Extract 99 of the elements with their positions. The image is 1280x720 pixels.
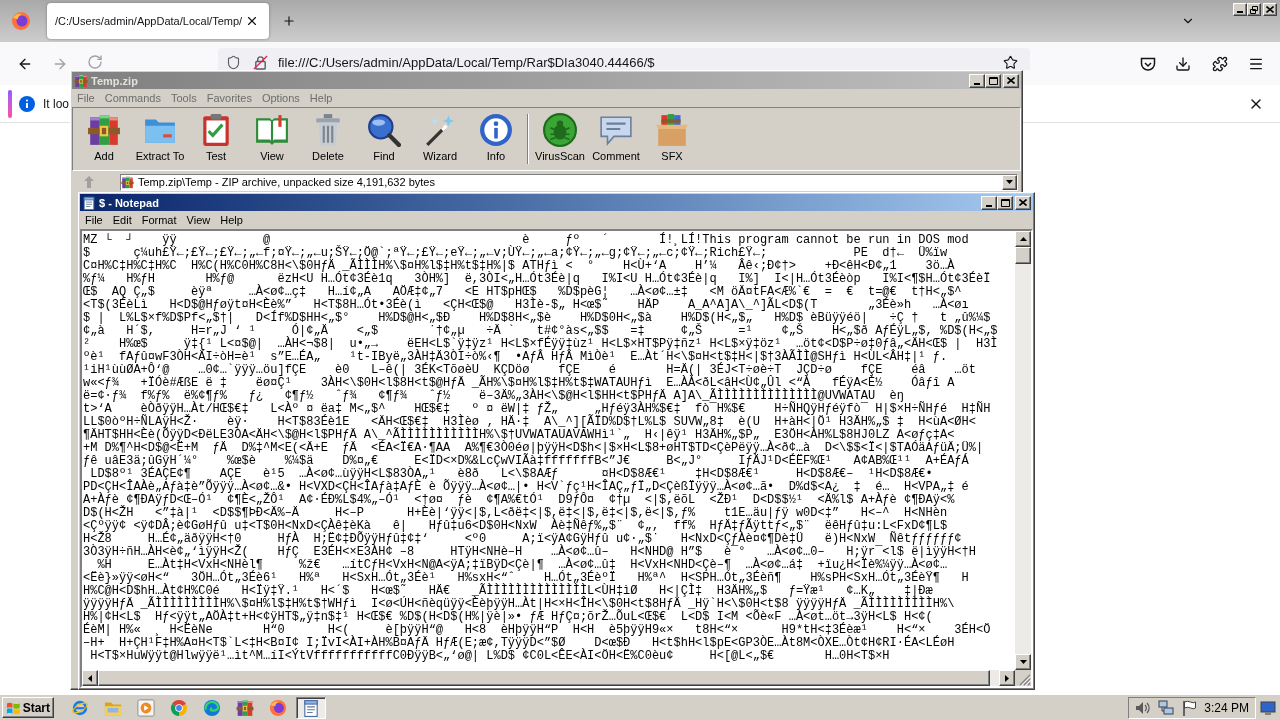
- find-button[interactable]: Find: [356, 108, 412, 170]
- vertical-scrollbar[interactable]: [1015, 247, 1031, 654]
- play-icon: [137, 698, 155, 717]
- caret-left-icon: [88, 674, 92, 682]
- menu-item[interactable]: Tools: [166, 91, 202, 105]
- scroll-left-button[interactable]: [82, 670, 98, 686]
- stacked-books-icon: [121, 175, 134, 189]
- menu-item[interactable]: Edit: [107, 213, 137, 227]
- notepad-icon: [82, 195, 96, 210]
- circle-logo-icon: [170, 698, 188, 717]
- shield-icon[interactable]: [226, 55, 241, 70]
- menu-item[interactable]: Help: [215, 213, 248, 227]
- caret-up-icon: [1019, 237, 1027, 241]
- test-button[interactable]: Test: [188, 108, 244, 170]
- comment-button[interactable]: Comment: [588, 108, 644, 170]
- network-icon[interactable]: [1158, 699, 1175, 716]
- window-title: $ - Notepad: [99, 195, 159, 210]
- maximize-button[interactable]: [997, 195, 1013, 210]
- view-button[interactable]: View: [244, 108, 300, 170]
- info-icon: [479, 113, 513, 147]
- text-line: <Çºÿÿ¢ <ÿ¢DÂ;è¢GøHƒû u‡<T$0H<NxD<ÇÀê‡èKà ê| Hƒû‡u6<D$0H<NxW Àè‡Ñêƒ%„$¨ ¢„, ff% HƒÄ‡ƒÃÿttƒ<„$¨ ëêHƒû‡u:L<FxD¢¶L$: [83, 520, 948, 533]
- text-line: H<T$×HuWÿÿt@Hlwÿÿë¹…ìt^M…íI<ÝtVfffffffffffC0ÐÿÿB<„‘ø@| L%D$ ¢C0L<ÊE<ÀI<ÖH<Ë%C0èu¢ H<[@L<„$€ H…0H<T$×H: [89, 650, 890, 663]
- caret-down-icon: [1019, 660, 1027, 664]
- desktop-monitor-icon[interactable]: [1260, 699, 1276, 716]
- open-book-icon: [255, 113, 289, 147]
- star-icon[interactable]: [1003, 55, 1018, 70]
- scroll-down-button[interactable]: [1015, 654, 1031, 670]
- text-line: +M D%¶^H<D$@<Ë+M ƒÄ D%‡^M<E(<Ä+E ƒÄ <ÉA<Ï€A·¶AA A%¶€3Ò0éø|þÿÿH<D$h<|$×H<L$8+øHT$TD<ÇèPëÿÿ…À<ð¢…à D<\$$<Ï<|$TAÓäAƒüÄ;Ü%|: [83, 442, 984, 455]
- close-button[interactable]: [1263, 3, 1277, 16]
- wizard-button[interactable]: Wizard: [412, 108, 468, 170]
- puzzle-piece-icon[interactable]: [1212, 55, 1228, 72]
- text-line: ÿÿÿÿHƒÄ _ÃÌÌÌÌÌÌÌÌÌH%\$¤H%l$‡H%t$†WHƒì I<ø<ÚH<ñèqüÿÿ<ÈèþÿÿH…Àt|H<×H<ÎH<\$0H<t$8HƒÄ _Hÿ`H<\$0H<t$8 ÿÿÿÿHƒÄ _ÃÌÌÌÌÌÌÌÌÌH%\: [83, 598, 955, 611]
- scrollbar-thumb[interactable]: [1015, 247, 1031, 264]
- caret-right-icon: [1005, 674, 1009, 682]
- maximize-icon: [1000, 198, 1010, 207]
- sfx-button[interactable]: SFX: [644, 108, 700, 170]
- close-button[interactable]: [1015, 195, 1031, 210]
- clock[interactable]: 3:24 PM: [1204, 698, 1249, 717]
- minimize-button[interactable]: [1233, 3, 1247, 16]
- round-logo-icon: [11, 11, 31, 31]
- box-of-books-icon: [655, 113, 689, 147]
- text-line: ë=¢·ƒ¾ f%ƒ% ë%¢¶ƒ% ƒ¿ ¢¶ƒ½ ˆƒ¾ ¢¶ƒ¾ ˆƒ½ ë–3Ä%„3ÀH<\$@H<l$HH<t$PHƒÄ A]A\_ÃÌÌÌÌÌÌÌÌÌÌÌÌÌÌ@UVWATAU èŋ: [83, 390, 904, 403]
- scroll-up-button[interactable]: [1015, 231, 1031, 247]
- speech-bubble-icon: [599, 113, 633, 147]
- menu-item[interactable]: Options: [256, 91, 305, 105]
- caret-down-icon: [1006, 180, 1013, 184]
- text-line: $ ç¼uh£Ÿ←;£Ÿ←;£Ÿ←;„←f;¤Ÿ←;„←u;ŠŸ←;Ö@`;ªŸ←;£Ÿ←;eŸ←;„←v;ÙŸ←;„←a;¢Ÿ←;„←g;¢Ÿ←;„←c;¢Ÿ←;Rich£Ÿ←; PE d†← Ü%ïw: [83, 247, 948, 260]
- minimize-icon: [986, 204, 992, 207]
- virus-scan-button[interactable]: VirusScan: [532, 108, 588, 170]
- add-button[interactable]: Add: [76, 108, 132, 170]
- window-flag-icon: [6, 700, 21, 715]
- search-icon: [367, 113, 401, 147]
- notification-accent-bar: [8, 89, 12, 118]
- close-icon: [1007, 77, 1015, 84]
- scroll-right-button[interactable]: [999, 670, 1015, 686]
- window-title: Temp.zip: [91, 73, 138, 88]
- restore-button[interactable]: [1247, 3, 1261, 16]
- text-line: H%|¢H<L$ Hƒ<ÿÿt„AÖÀ‡t+H<¢ÿHT$„ÿ‡n$‡¹ H<Œ$€ %D$(H<D$(H%|ÿè|»• ƒÆ HƒÇ¤;õrŽ…ÕuL<Œ$€ L<D$ I<M <Õè«F …À<øt…öt→3ÿH<L$ H<¢(: [83, 611, 933, 624]
- close-icon[interactable]: [245, 14, 259, 28]
- info-button[interactable]: Info: [468, 108, 524, 170]
- delete-button[interactable]: Delete: [300, 108, 356, 170]
- pocket-icon[interactable]: [1140, 55, 1156, 72]
- extract-to-button[interactable]: Extract To: [132, 108, 188, 170]
- stacked-books-icon: [87, 113, 121, 147]
- lock-slash-icon[interactable]: [253, 55, 268, 70]
- menu-item[interactable]: Commands: [99, 91, 166, 105]
- menu-item[interactable]: File: [80, 213, 108, 227]
- stacked-books-icon: [236, 698, 254, 717]
- flag-icon[interactable]: [1181, 699, 1198, 716]
- menu-item[interactable]: Format: [136, 213, 182, 227]
- browser-tab[interactable]: /C:/Users/admin/AppData/Local/Temp/: [47, 3, 269, 39]
- notepad-icon: [302, 698, 320, 717]
- plus-icon[interactable]: [282, 14, 296, 28]
- bug-icon: [543, 113, 577, 147]
- address-field[interactable]: file:///C:/Users/admin/AppData/Local/Temp/Rar$DIa3040.44466/$: [218, 48, 1030, 70]
- notification-text: It loo: [43, 95, 69, 113]
- path-combobox[interactable]: Temp.zip\Temp - ZIP archive, unpacked size 4,191,632 bytes: [120, 173, 1018, 191]
- text-line: <T$(3ÉèLì H<D$@Hƒøÿt¤H<Èè%” H<T$8H…Ót•3Éè(ì <ÇH<Œ$@ H3Ìè-$„ H<œ$˜ HÄP A_A^A]A\_^]ÃL<D$(T „3Éè»h …À<øı: [83, 299, 969, 312]
- minimize-button[interactable]: [981, 195, 997, 210]
- menu-item[interactable]: View: [181, 213, 216, 227]
- start-button[interactable]: Start: [2, 697, 54, 718]
- download-icon[interactable]: [1175, 55, 1191, 72]
- round-logo-icon: [269, 698, 287, 717]
- taskbar-button[interactable]: [296, 696, 326, 719]
- maximize-button[interactable]: [985, 73, 1001, 88]
- minimize-icon: [1237, 11, 1243, 13]
- close-icon: [1019, 199, 1027, 206]
- close-button[interactable]: [1003, 73, 1019, 88]
- text-line: ºè¹ fAƒû¤wF3ÒH<ÄI÷òH=è¹ s”E…ÉA„ ¹t-IByë„3ÀH‡Ä3ÒI÷ò%‹¶ •AƒÂ HƒÂ MìÒè¹ E…Àt´H<\$¤H<t$‡H<|$†3ÀÃÌÌ@SHƒì H<ÙL<ÂH‡|¹ ƒ.: [83, 351, 948, 364]
- swirl-logo-icon: [203, 698, 221, 717]
- dropdown-button[interactable]: [1002, 174, 1017, 190]
- close-icon: [1266, 6, 1274, 13]
- restore-icon: [1250, 5, 1258, 14]
- minimize-button[interactable]: [969, 73, 985, 88]
- maximize-icon: [988, 76, 998, 85]
- info-icon: [19, 95, 35, 112]
- e-logo-icon: [71, 698, 89, 717]
- menu-item[interactable]: Favorites: [201, 91, 257, 105]
- stacked-books-icon: [74, 73, 88, 88]
